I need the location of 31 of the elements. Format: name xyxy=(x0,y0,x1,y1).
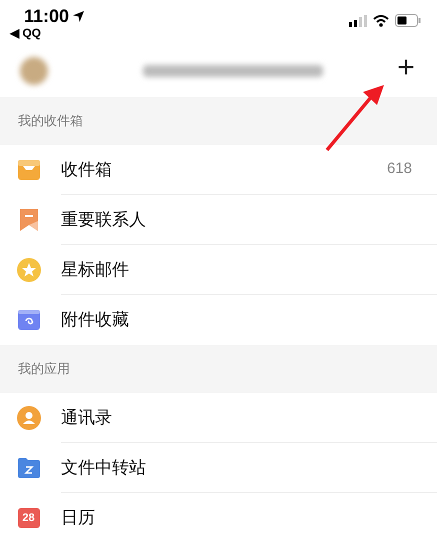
menu-item[interactable]: 收件箱 618 xyxy=(0,145,437,195)
item-label: 收件箱 xyxy=(61,158,112,181)
location-icon xyxy=(73,11,84,22)
folder-icon xyxy=(18,458,40,478)
signal-icon xyxy=(349,14,367,26)
wifi-icon xyxy=(373,14,389,26)
item-label: 文件中转站 xyxy=(61,456,146,479)
item-label: 重要联系人 xyxy=(61,208,146,231)
item-label: 通讯录 xyxy=(61,406,112,429)
item-label: 日历 xyxy=(61,507,95,530)
avatar[interactable] xyxy=(20,57,48,85)
section-header: 我的收件箱 xyxy=(18,112,83,130)
menu-item[interactable]: 通讯录 xyxy=(0,393,437,443)
back-to-app-link[interactable]: ◀ QQ xyxy=(10,27,42,39)
menu-item[interactable]: 28 日历 xyxy=(0,493,437,537)
battery-icon xyxy=(395,14,421,27)
menu-item[interactable]: 星标邮件 xyxy=(0,245,437,295)
menu-item[interactable]: 重要联系人 xyxy=(0,195,437,245)
add-button[interactable]: + xyxy=(391,53,421,83)
person-icon xyxy=(16,406,40,430)
item-label: 星标邮件 xyxy=(61,258,129,281)
tray-icon xyxy=(18,160,40,180)
item-label: 附件收藏 xyxy=(61,309,129,332)
calendar-icon: 28 xyxy=(18,508,40,528)
clock-time: 11:00 xyxy=(24,5,70,28)
bookmark-icon xyxy=(20,209,38,231)
section-header: 我的应用 xyxy=(18,360,70,378)
item-count: 618 xyxy=(386,159,412,180)
annotation-arrow xyxy=(325,84,385,152)
menu-item[interactable]: 文件中转站 xyxy=(0,443,437,493)
menu-item[interactable]: 附件收藏 xyxy=(0,295,437,345)
